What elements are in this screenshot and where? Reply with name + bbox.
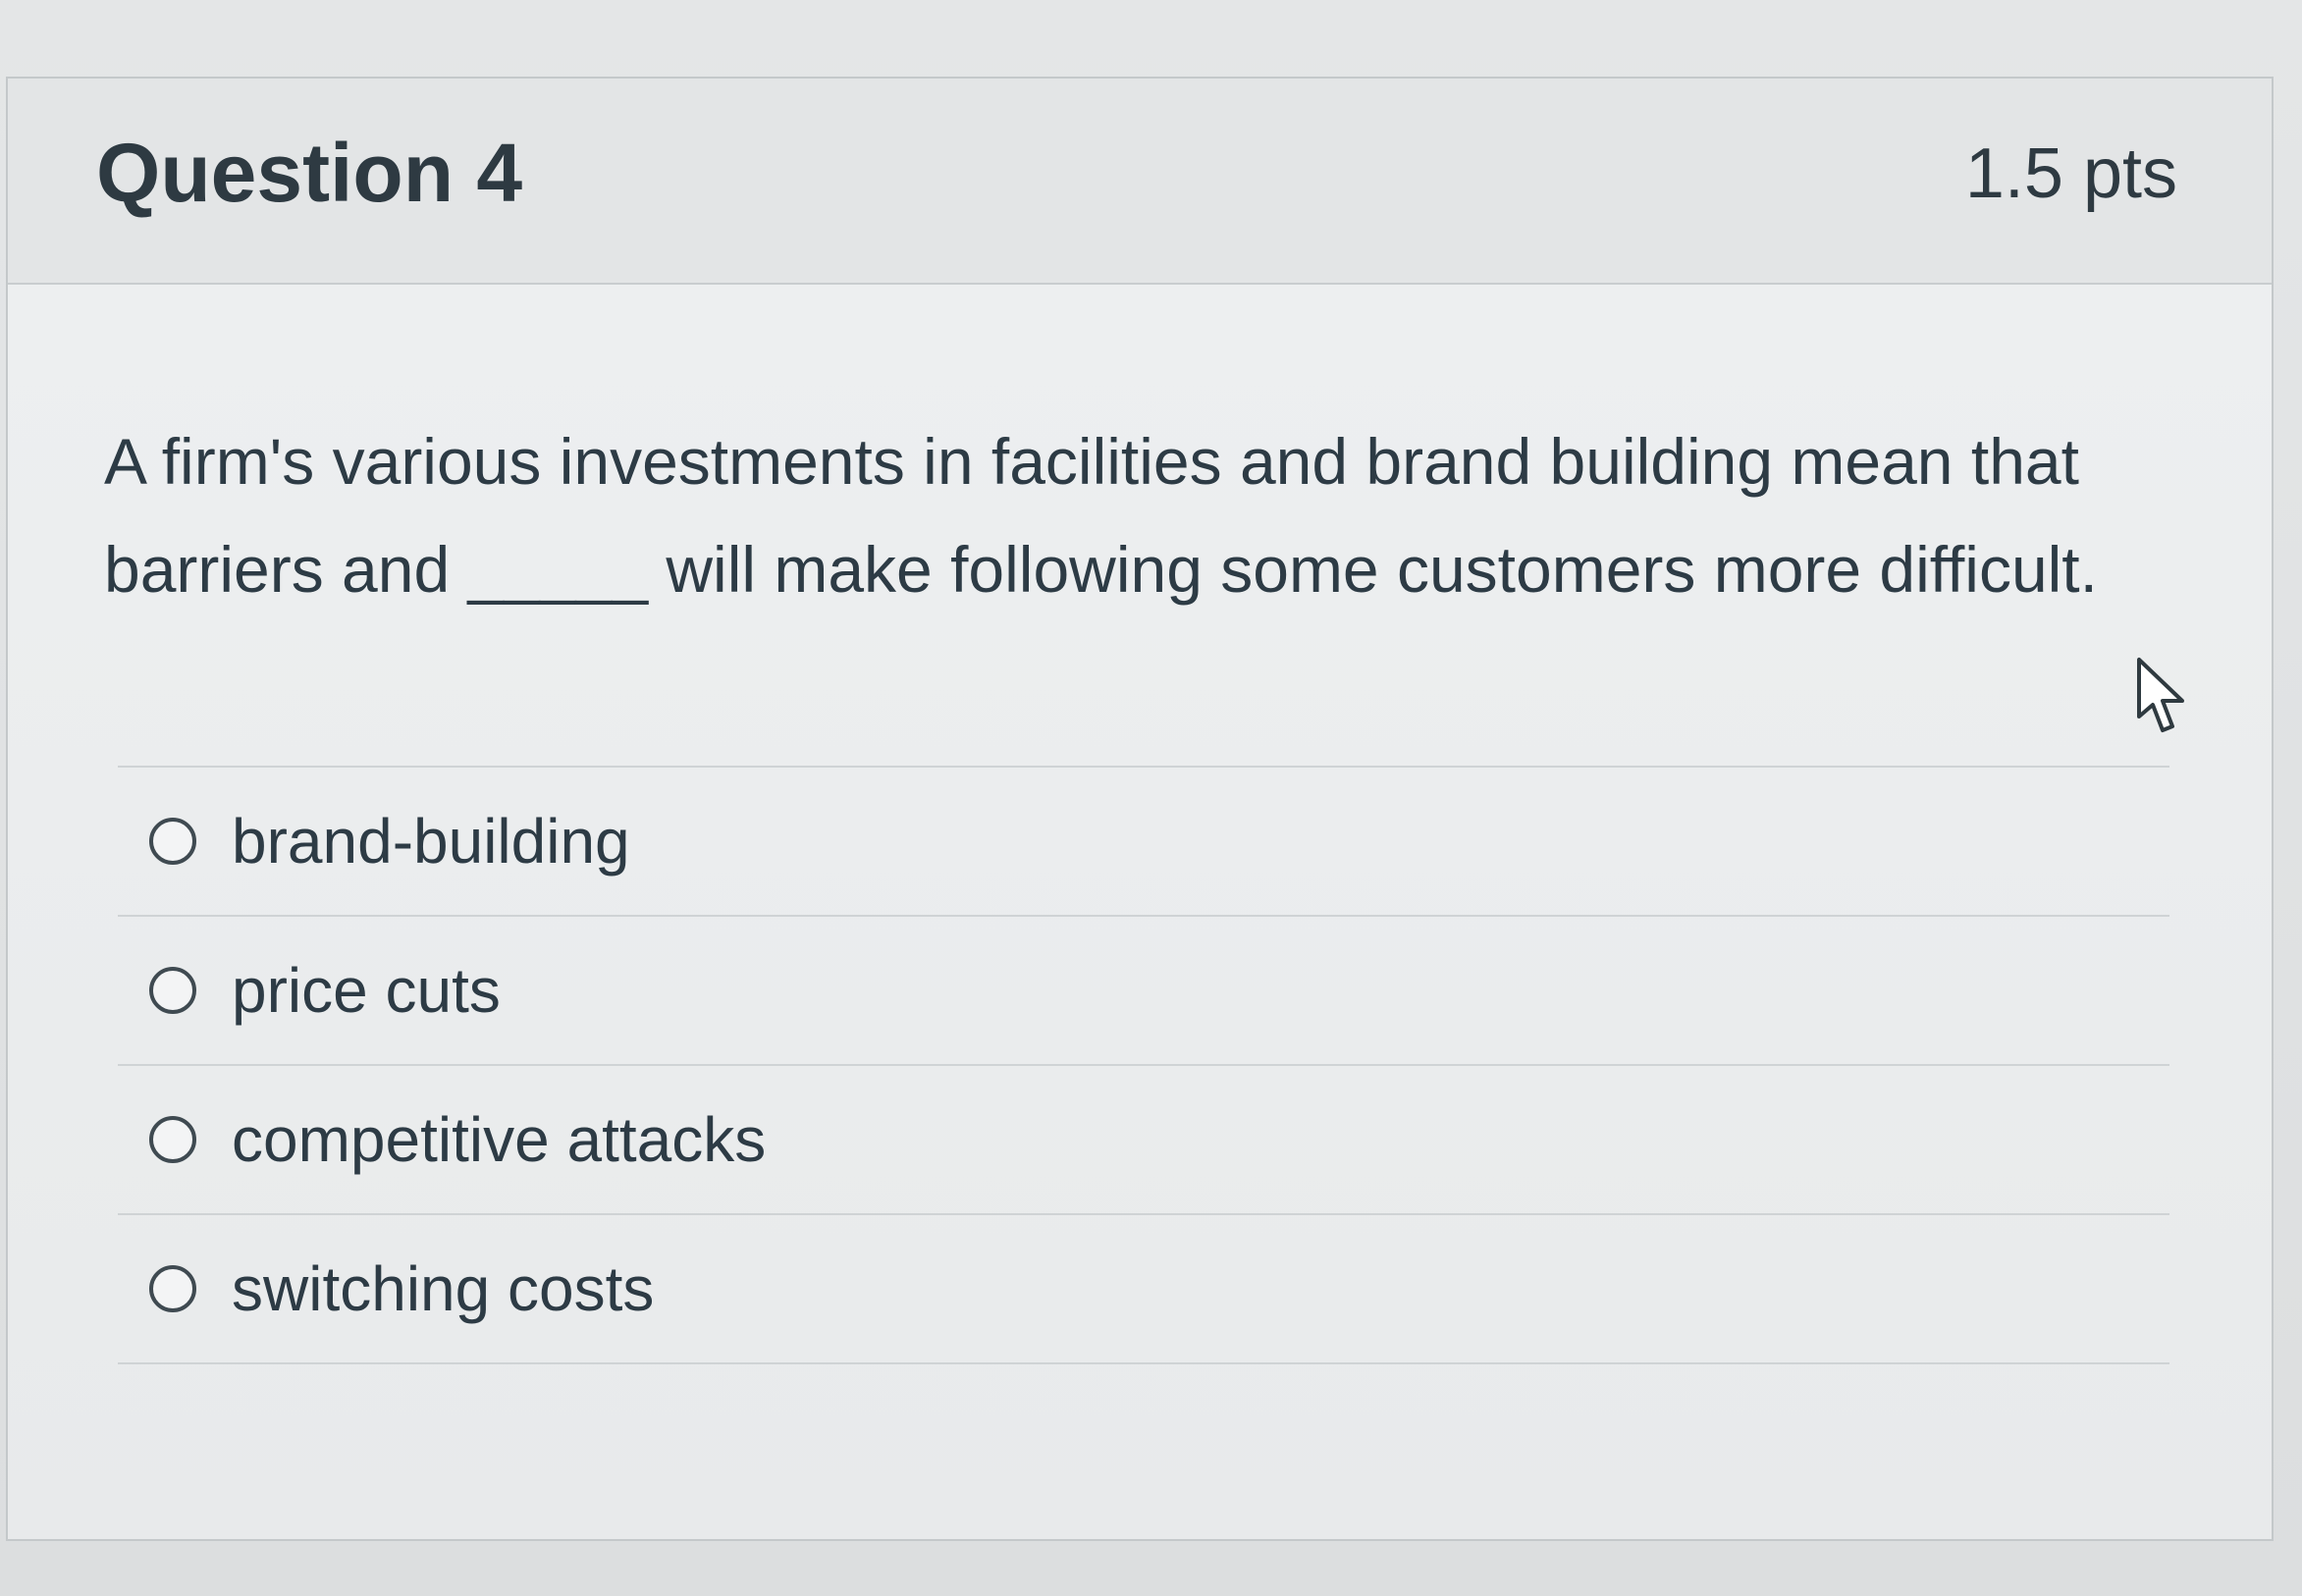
answer-list: brand-building price cuts competitive at… (118, 766, 2169, 1364)
answer-label: brand-building (232, 806, 630, 877)
question-header: Question 4 1.5 pts (8, 79, 2272, 285)
answer-option-price-cuts[interactable]: price cuts (118, 917, 2169, 1066)
radio-button-icon[interactable] (149, 1265, 196, 1312)
answer-label: switching costs (232, 1253, 655, 1324)
radio-button-icon[interactable] (149, 967, 196, 1014)
answer-label: competitive attacks (232, 1104, 767, 1175)
question-text: A firm's various investments in faciliti… (104, 425, 2098, 606)
question-title: Question 4 (96, 127, 523, 219)
answer-option-competitive-attacks[interactable]: competitive attacks (118, 1066, 2169, 1215)
mouse-pointer-icon (2137, 658, 2184, 732)
radio-button-icon[interactable] (149, 1116, 196, 1163)
answer-option-switching-costs[interactable]: switching costs (118, 1215, 2169, 1364)
answer-label: price cuts (232, 955, 501, 1026)
question-points: 1.5 pts (1964, 134, 2177, 213)
answer-option-brand-building[interactable]: brand-building (118, 768, 2169, 917)
radio-button-icon[interactable] (149, 818, 196, 865)
